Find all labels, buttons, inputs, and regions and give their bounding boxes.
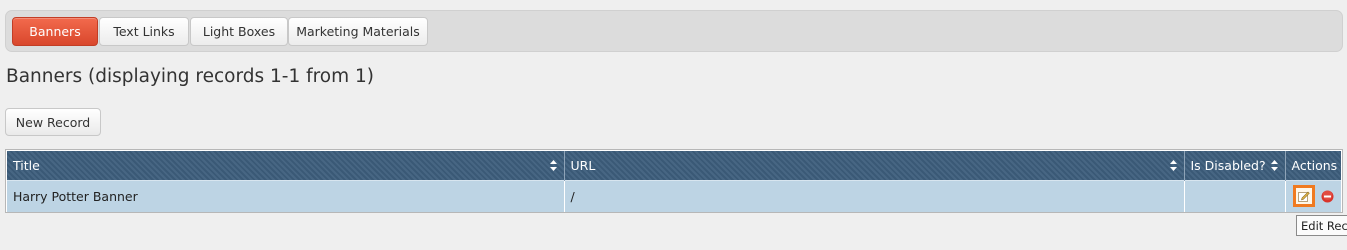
column-header-label: Actions — [1291, 158, 1338, 173]
cell-title: Harry Potter Banner — [7, 180, 565, 212]
tab-light-boxes[interactable]: Light Boxes — [190, 17, 288, 46]
edit-record-tooltip: Edit Record — [1296, 215, 1347, 236]
cell-actions — [1285, 180, 1341, 212]
column-header-label: URL — [570, 158, 596, 173]
tab-text-links[interactable]: Text Links — [99, 17, 189, 46]
cell-is-disabled — [1184, 180, 1286, 212]
column-header-actions: Actions — [1285, 151, 1341, 181]
tab-banners[interactable]: Banners — [12, 17, 98, 46]
column-header-title[interactable]: Title — [7, 151, 565, 181]
sort-icon — [549, 160, 557, 171]
pencil-icon — [1297, 191, 1310, 202]
edit-record-button[interactable] — [1292, 185, 1315, 207]
tab-marketing-materials[interactable]: Marketing Materials — [288, 17, 428, 46]
page-title: Banners (displaying records 1-1 from 1) — [6, 66, 375, 87]
new-record-button[interactable]: New Record — [5, 108, 101, 136]
sort-icon — [1169, 160, 1177, 171]
delete-icon[interactable] — [1321, 190, 1334, 203]
column-header-is-disabled[interactable]: Is Disabled? — [1184, 151, 1286, 181]
cell-url: / — [564, 180, 1185, 212]
column-header-label: Title — [13, 158, 40, 173]
tab-bar: Banners Text Links Light Boxes Marketing… — [5, 10, 1343, 52]
sort-icon — [1270, 160, 1278, 171]
records-table: Title URL Is Disabled? Actions Harry Pot… — [5, 149, 1343, 213]
table-row[interactable]: Harry Potter Banner / — [7, 180, 1341, 212]
column-header-label: Is Disabled? — [1190, 158, 1266, 173]
column-header-url[interactable]: URL — [564, 151, 1185, 181]
